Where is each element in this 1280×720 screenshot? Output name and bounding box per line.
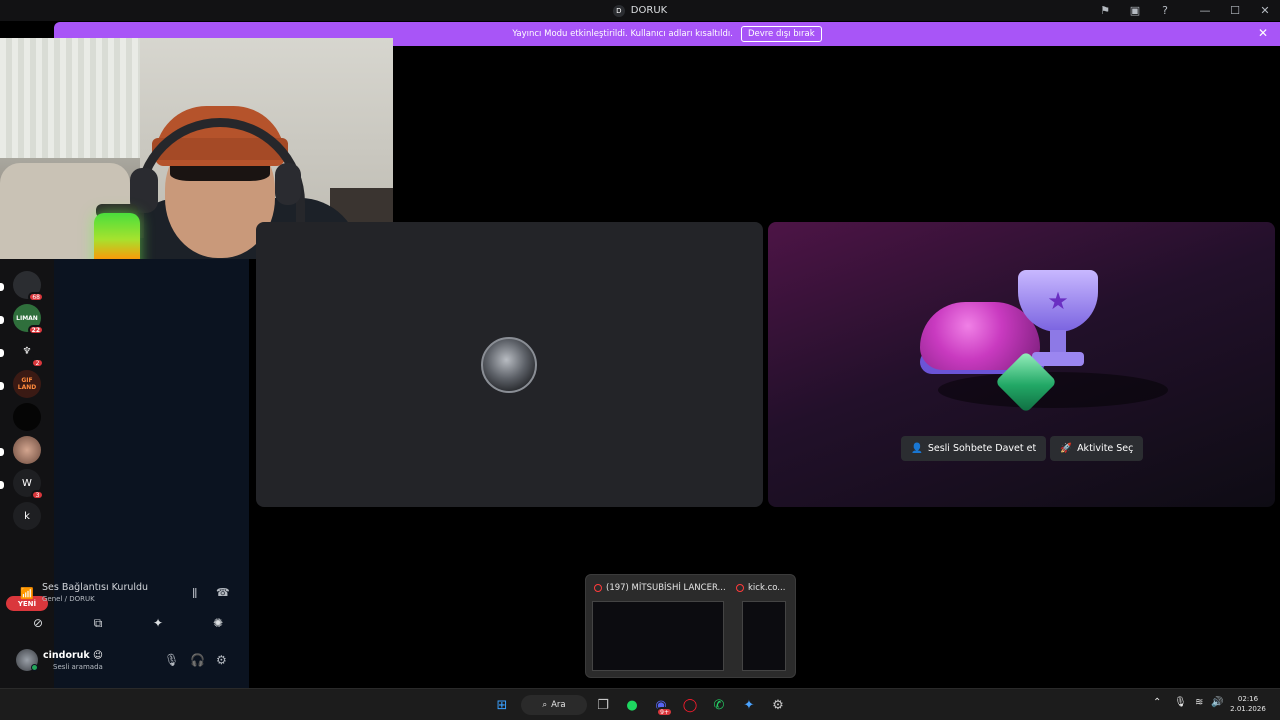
choose-activity-button[interactable]: 🚀 Aktivite Seç (1050, 436, 1144, 461)
guild-icon[interactable]: GIF LAND (13, 370, 41, 398)
banner-close-icon[interactable]: ✕ (1258, 26, 1268, 40)
add-user-icon: 👤 (911, 443, 923, 454)
preview-thumbnail[interactable] (592, 601, 724, 671)
start-windows-icon[interactable]: ⊞ (493, 696, 511, 714)
headset-cup-right (275, 163, 301, 205)
preview-window-title[interactable]: (197) MİTSUBİSHİ LANCER... (594, 583, 726, 593)
mention-badge: 22 (27, 325, 44, 335)
guild-label: W (22, 477, 32, 489)
taskbar-preview: (197) MİTSUBİSHİ LANCER... kick.co... (585, 574, 796, 678)
inbox-flag-icon[interactable]: ⚑ (1090, 0, 1120, 21)
unread-indicator (0, 316, 4, 324)
screen-share-icon[interactable]: ▣ (1120, 0, 1150, 21)
guild-icon[interactable]: 68 (13, 271, 44, 302)
notification-badge: 9+ (656, 707, 673, 717)
maximize-button[interactable]: ☐ (1220, 0, 1250, 21)
opera-gx-icon[interactable]: ◯ (681, 696, 699, 714)
guild-label: k (24, 510, 30, 522)
search-label: Ara (551, 700, 566, 710)
tray-microphone-icon[interactable]: 🎙 (1174, 697, 1187, 708)
opera-icon (594, 584, 602, 592)
clock-date: 2.01.2026 (1230, 705, 1266, 713)
server-avatar: D (612, 4, 625, 17)
rgb-light (94, 213, 140, 259)
signal-icon[interactable]: 📶 (20, 587, 34, 600)
system-clock[interactable]: 02:16 2.01.2026 (1226, 694, 1270, 714)
title-bar: D DORUK ⚑ ▣ ? — ☐ ✕ (0, 0, 1280, 21)
voice-connection-panel: 📶 Ses Bağlantısı Kuruldu Genel / DORUK ǁ… (8, 576, 246, 640)
whatsapp-icon[interactable]: ✆ (710, 696, 728, 714)
wifi-icon[interactable]: ≋ (1195, 697, 1203, 708)
guild-icon[interactable]: k (13, 502, 41, 530)
desktop: D DORUK ⚑ ▣ ? — ☐ ✕ Yayıncı Modu etkinle… (0, 0, 1280, 720)
app-icon[interactable]: ✦ (740, 696, 758, 714)
share-screen-icon[interactable]: ⧉ (78, 616, 118, 630)
search-icon: ⌕ (542, 700, 548, 710)
horns-icon: ♆ (22, 345, 32, 357)
user-status: Sesli aramada (53, 663, 103, 671)
window-title: DORUK (630, 5, 668, 16)
window-curtain (0, 38, 140, 158)
activities-icon[interactable]: ✦ (138, 616, 178, 630)
guild-icon[interactable]: W 3 (13, 469, 44, 500)
activity-actions: 👤 Sesli Sohbete Davet et 🚀 Aktivite Seç (901, 436, 1144, 461)
camera-off-icon[interactable]: ⊘ (18, 616, 58, 630)
mention-badge: 2 (31, 358, 44, 368)
voice-channel[interactable]: Genel / DORUK (42, 595, 95, 603)
guild-icon[interactable] (13, 403, 41, 431)
clock-time: 02:16 (1237, 695, 1259, 703)
noise-suppression-icon[interactable]: ǁ (192, 586, 197, 599)
settings-gear-icon[interactable]: ⚙ (216, 653, 227, 667)
unread-indicator (0, 481, 4, 489)
guild-icon[interactable] (13, 436, 41, 464)
close-window-button[interactable]: ✕ (1250, 0, 1280, 21)
invite-to-voice-button[interactable]: 👤 Sesli Sohbete Davet et (901, 436, 1047, 461)
activity-tile: ★ 👤 Sesli Sohbete Davet et 🚀 Aktivite Se… (768, 222, 1275, 507)
preview-thumbnail[interactable] (742, 601, 786, 671)
opera-icon (736, 584, 744, 592)
disconnect-icon[interactable]: ☎ (216, 586, 230, 599)
soundboard-icon[interactable]: ✺ (198, 616, 238, 630)
voice-status: Ses Bağlantısı Kuruldu (42, 582, 149, 593)
mention-badge: 68 (28, 292, 44, 302)
disable-streamer-mode-button[interactable]: Devre dışı bırak (740, 26, 822, 42)
user-panel: cindoruk 😉 Sesli aramada 🎙 🎧 ⚙ (8, 645, 246, 681)
participant-avatar (481, 337, 537, 393)
window-title-group: D DORUK (612, 4, 668, 17)
help-icon[interactable]: ? (1150, 0, 1180, 21)
rocket-icon: 🚀 (1060, 443, 1073, 454)
title-bar-controls: ⚑ ▣ ? — ☐ ✕ (1090, 0, 1280, 21)
guild-icon[interactable]: ♆ 2 (13, 337, 44, 368)
microphone-icon[interactable]: 🎙 (164, 653, 179, 667)
unread-indicator (0, 448, 4, 456)
windows-taskbar: ⊞ ⌕ Ara ❐ ● ◉ 9+ ◯ ✆ ✦ ⚙ ⌃ 🎙 ≋ 🔊 02:16 2… (0, 688, 1280, 720)
voice-actions: ⊘ ⧉ ✦ ✺ (18, 616, 238, 631)
preview-window-title[interactable]: kick.co... (736, 583, 785, 593)
guild-label: LIMAN (16, 314, 38, 322)
taskbar-search[interactable]: ⌕ Ara (521, 695, 587, 715)
banner-message: Yayıncı Modu etkinleştirildi. Kullanıcı … (512, 29, 733, 39)
discord-icon[interactable]: ◉ 9+ (652, 696, 673, 717)
minimize-button[interactable]: — (1190, 0, 1220, 21)
unread-indicator (0, 349, 4, 357)
guild-label: GIF LAND (17, 377, 37, 391)
headphones-icon[interactable]: 🎧 (190, 653, 205, 667)
guild-icon[interactable]: LIMAN 22 (13, 304, 44, 335)
participant-tile[interactable] (256, 222, 763, 507)
online-status-dot (31, 664, 38, 671)
mention-badge: 3 (31, 490, 44, 500)
activity-label: Aktivite Seç (1077, 443, 1134, 454)
unread-indicator (0, 283, 4, 291)
spotify-icon[interactable]: ● (623, 696, 641, 714)
invite-label: Sesli Sohbete Davet et (927, 443, 1037, 454)
steam-icon[interactable]: ⚙ (769, 696, 787, 714)
task-view-icon[interactable]: ❐ (594, 696, 612, 714)
volume-icon[interactable]: 🔊 (1211, 697, 1223, 708)
username[interactable]: cindoruk 😉 (43, 650, 103, 661)
tray-chevron-icon[interactable]: ⌃ (1153, 697, 1161, 708)
unread-indicator (0, 382, 4, 390)
